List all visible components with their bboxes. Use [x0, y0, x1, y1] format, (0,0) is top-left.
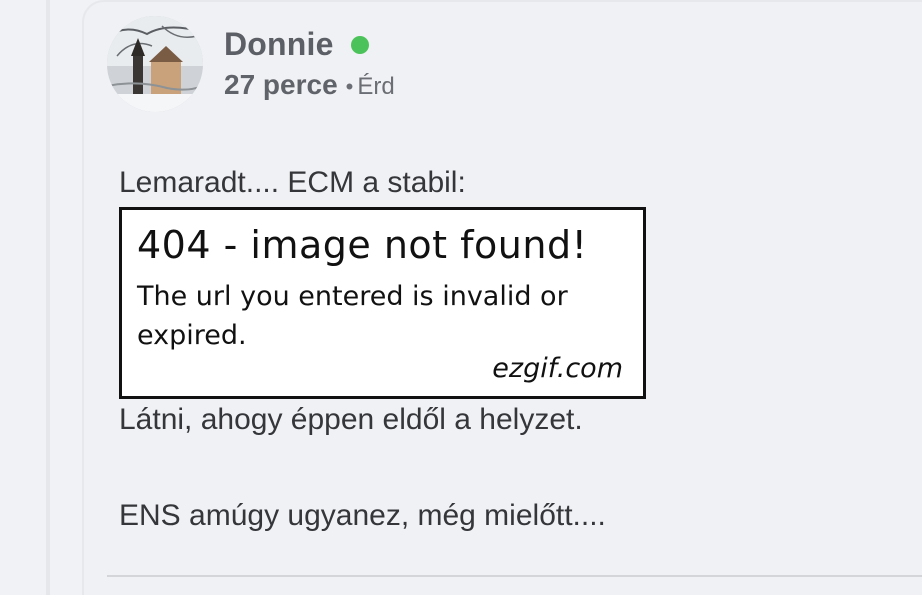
post-text-line-2: Látni, ahogy éppen eldől a helyzet.: [119, 403, 583, 436]
image-error-title: 404 - image not found!: [137, 223, 588, 267]
post-meta: 27 perce • Érd: [224, 68, 395, 102]
image-error-brand: ezgif.com: [492, 353, 623, 384]
post-divider: [107, 575, 922, 577]
post-time[interactable]: 27 perce: [224, 69, 338, 100]
left-rail: [46, 0, 50, 595]
online-status-icon: [351, 36, 369, 54]
image-error-message: The url you entered is invalid or expire…: [137, 281, 568, 351]
post-text-line-3: ENS amúgy ugyanez, még mielőtt....: [119, 499, 606, 532]
post-location: Érd: [357, 73, 395, 100]
post-text-line-1: Lemaradt.... ECM a stabil:: [119, 166, 466, 199]
embedded-image[interactable]: 404 - image not found! The url you enter…: [119, 207, 646, 399]
meta-separator: •: [345, 74, 354, 99]
avatar-image: [107, 16, 203, 112]
avatar[interactable]: [107, 16, 203, 112]
author-name[interactable]: Donnie: [224, 24, 334, 64]
post-view: Donnie 27 perce • Érd Lemaradt.... ECM a s…: [0, 0, 922, 595]
